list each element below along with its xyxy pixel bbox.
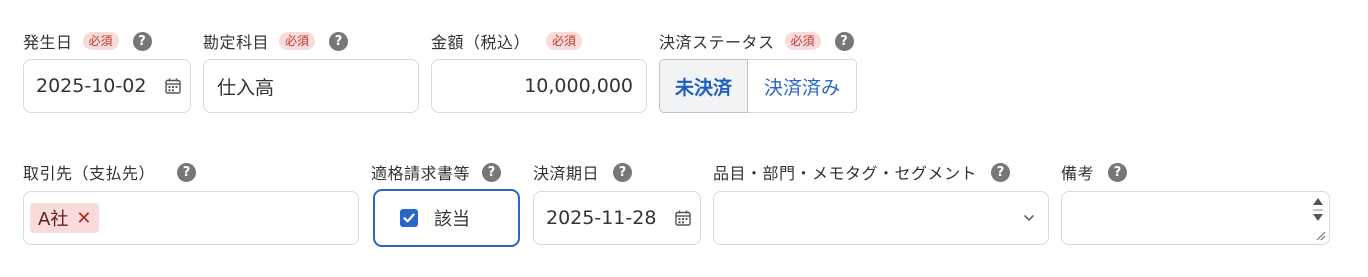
settlement-status-label-row: 決済ステータス 必須 ? bbox=[659, 29, 854, 53]
due-date-label-row: 決済期日 ? bbox=[533, 160, 633, 184]
partner-tag-label: A社 bbox=[38, 209, 69, 230]
qualified-invoice-checkbox-label: 該当 bbox=[434, 209, 470, 230]
checkbox[interactable] bbox=[400, 209, 418, 227]
qualified-invoice-label-row: 適格請求書等 ? bbox=[371, 160, 502, 184]
partner-tag: A社 ✕ bbox=[30, 203, 100, 233]
required-badge: 必須 bbox=[82, 32, 119, 50]
required-badge: 必須 bbox=[279, 32, 316, 50]
calendar-icon[interactable] bbox=[674, 209, 692, 227]
memo-label: 備考 bbox=[1061, 164, 1095, 183]
amount-value: 10,000,000 bbox=[524, 75, 633, 97]
chevron-down-icon bbox=[1024, 215, 1034, 221]
help-icon[interactable]: ? bbox=[1108, 162, 1128, 182]
close-icon[interactable]: ✕ bbox=[76, 208, 91, 229]
required-badge: 必須 bbox=[546, 32, 583, 50]
amount-label-row: 金額（税込） 必須 bbox=[431, 29, 583, 53]
qualified-invoice-checkbox-field[interactable]: 該当 bbox=[373, 189, 520, 247]
occurrence-date-value: 2025-10-02 bbox=[36, 75, 147, 97]
required-badge: 必須 bbox=[784, 32, 821, 50]
settlement-status-label: 決済ステータス bbox=[659, 33, 775, 52]
calendar-icon[interactable] bbox=[164, 77, 182, 95]
help-icon[interactable]: ? bbox=[177, 162, 197, 182]
occurrence-date-input[interactable]: 2025-10-02 bbox=[23, 59, 191, 113]
due-date-value: 2025-11-28 bbox=[546, 207, 657, 229]
segments-label: 品目・部門・メモタグ・セグメント bbox=[713, 164, 978, 183]
account-value: 仕入高 bbox=[217, 76, 275, 99]
partner-label-row: 取引先（支払先） ? bbox=[23, 160, 197, 184]
account-label: 勘定科目 bbox=[203, 33, 270, 52]
account-label-row: 勘定科目 必須 ? bbox=[203, 29, 349, 53]
memo-textarea[interactable] bbox=[1061, 191, 1330, 245]
help-icon[interactable]: ? bbox=[482, 162, 502, 182]
partner-label: 取引先（支払先） bbox=[23, 164, 156, 183]
settlement-status-toggle: 未決済 決済済み bbox=[659, 59, 857, 113]
help-icon[interactable]: ? bbox=[329, 31, 349, 51]
unsettled-option[interactable]: 未決済 bbox=[659, 59, 748, 113]
help-icon[interactable]: ? bbox=[132, 31, 152, 51]
due-date-label: 決済期日 bbox=[533, 164, 600, 183]
amount-input[interactable]: 10,000,000 bbox=[431, 59, 647, 113]
qualified-invoice-label: 適格請求書等 bbox=[371, 164, 471, 183]
occurrence-date-label: 発生日 bbox=[23, 33, 73, 52]
help-icon[interactable]: ? bbox=[834, 31, 854, 51]
partner-select[interactable]: A社 ✕ bbox=[23, 191, 359, 245]
resize-handle-icon[interactable] bbox=[1314, 229, 1326, 241]
account-input[interactable]: 仕入高 bbox=[203, 59, 419, 113]
help-icon[interactable]: ? bbox=[613, 162, 633, 182]
settled-option[interactable]: 決済済み bbox=[748, 59, 857, 113]
amount-label: 金額（税込） bbox=[431, 33, 531, 52]
due-date-input[interactable]: 2025-11-28 bbox=[533, 191, 701, 245]
help-icon[interactable]: ? bbox=[991, 162, 1011, 182]
spinner-icon[interactable] bbox=[1311, 196, 1325, 224]
segments-select[interactable] bbox=[713, 191, 1049, 245]
check-icon bbox=[403, 213, 415, 223]
segments-label-row: 品目・部門・メモタグ・セグメント ? bbox=[713, 160, 1011, 184]
memo-label-row: 備考 ? bbox=[1061, 160, 1128, 184]
occurrence-date-label-row: 発生日 必須 ? bbox=[23, 29, 152, 53]
